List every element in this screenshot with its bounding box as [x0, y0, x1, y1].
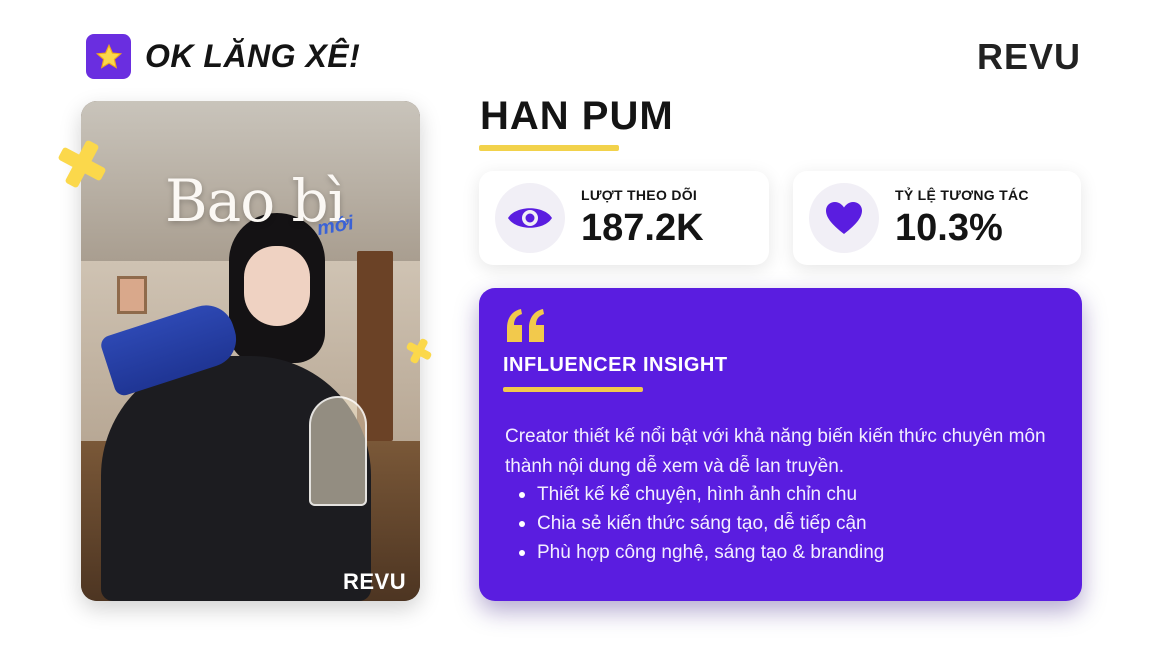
quote-icon	[503, 308, 549, 347]
bullet-text: Phù hợp công nghệ, sáng tạo & branding	[537, 542, 885, 563]
insight-underline	[503, 387, 643, 392]
insight-description: Creator thiết kế nổi bật với khả năng bi…	[505, 426, 1046, 477]
eye-icon	[495, 183, 565, 253]
photo-person-face	[244, 246, 310, 326]
bullet-text: Chia sẻ kiến thức sáng tạo, dễ tiếp cận	[537, 513, 867, 534]
engagement-stat-card: TỶ LỆ TƯƠNG TÁC 10.3%	[793, 171, 1081, 265]
star-icon	[86, 34, 131, 79]
influencer-name: HAN PUM	[480, 94, 674, 138]
revu-logo: REVU	[977, 36, 1082, 77]
heart-icon	[809, 183, 879, 253]
stat-value: 10.3%	[895, 207, 1003, 249]
name-underline	[479, 145, 619, 151]
bullet-text: Thiết kế kể chuyện, hình ảnh chỉn chu	[537, 484, 858, 505]
photo-wall-frame	[117, 276, 147, 314]
bullet-dot-icon	[519, 521, 525, 527]
brand: OK LĂNG XÊ!	[86, 34, 360, 79]
stat-value: 187.2K	[581, 207, 704, 249]
stat-label: TỶ LỆ TƯƠNG TÁC	[895, 187, 1029, 203]
influencer-insight-card: INFLUENCER INSIGHT Creator thiết kế nổi …	[479, 288, 1082, 601]
insight-bullet-list: Thiết kế kể chuyện, hình ảnh chỉn chu Ch…	[505, 480, 1065, 567]
list-item: Thiết kế kể chuyện, hình ảnh chỉn chu	[505, 480, 1065, 509]
followers-stat-card: LƯỢT THEO DÕI 187.2K	[479, 171, 769, 265]
list-item: Phù hợp công nghệ, sáng tạo & branding	[505, 538, 1065, 567]
brand-title: OK LĂNG XÊ!	[145, 38, 361, 74]
photo-glass	[309, 396, 367, 506]
list-item: Chia sẻ kiến thức sáng tạo, dễ tiếp cận	[505, 509, 1065, 538]
stat-label: LƯỢT THEO DÕI	[581, 187, 698, 203]
insight-title: INFLUENCER INSIGHT	[503, 354, 728, 376]
bullet-dot-icon	[519, 550, 525, 556]
influencer-photo: Bao bì mới REVU	[81, 101, 420, 601]
photo-revu-logo: REVU	[343, 569, 407, 594]
bullet-dot-icon	[519, 492, 525, 498]
